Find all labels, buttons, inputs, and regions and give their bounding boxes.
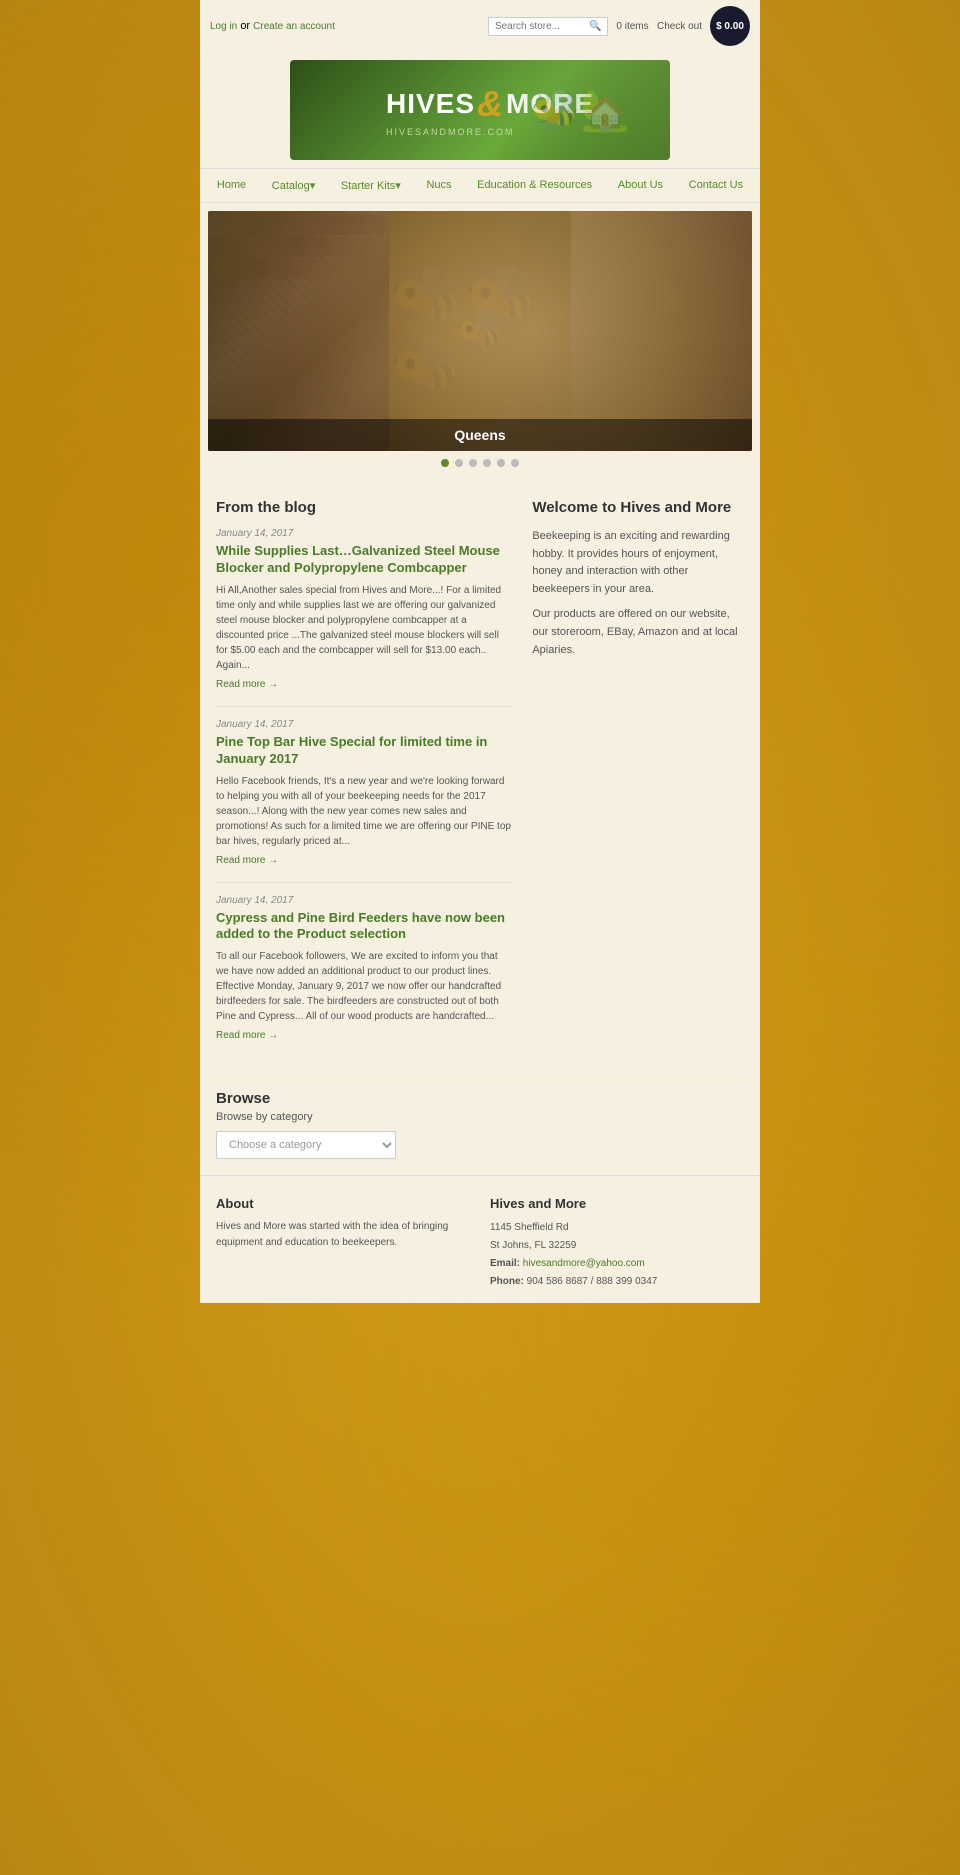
- post-1-date: January 14, 2017: [216, 528, 512, 539]
- slide-caption: Queens: [208, 419, 752, 451]
- search-icon[interactable]: 🔍: [589, 21, 601, 32]
- post-2-date: January 14, 2017: [216, 719, 512, 730]
- main-nav: Home Catalog▾ Starter Kits▾ Nucs Educati…: [200, 168, 760, 203]
- footer-about: About Hives and More was started with th…: [216, 1196, 470, 1291]
- checkout-link[interactable]: Check out: [657, 21, 702, 32]
- post-2-read-more[interactable]: Read more →: [216, 855, 512, 866]
- post-1-read-more[interactable]: Read more →: [216, 679, 512, 690]
- dot-6[interactable]: [511, 459, 519, 467]
- address-line-2: St Johns, FL 32259: [490, 1237, 744, 1255]
- footer-email-line: Email: hivesandmore@yahoo.com: [490, 1255, 744, 1273]
- nav-link-nucs[interactable]: Nucs: [422, 169, 455, 201]
- nav-link-catalog[interactable]: Catalog▾: [268, 169, 319, 202]
- header-banner: HIVES&MORE HIVESANDMORE.COM 🐝🏡: [290, 60, 670, 160]
- footer-address: 1145 Sheffield Rd St Johns, FL 32259 Ema…: [490, 1219, 744, 1291]
- dot-5[interactable]: [497, 459, 505, 467]
- slide-image-3: [571, 211, 752, 451]
- browse-subtitle: Browse by category: [216, 1111, 744, 1123]
- post-3-date: January 14, 2017: [216, 895, 512, 906]
- hero-slider: 🐝🐝🐝 Queens: [200, 203, 760, 483]
- cart-total-button[interactable]: $ 0.00: [710, 6, 750, 46]
- footer-about-title: About: [216, 1196, 470, 1211]
- dot-3[interactable]: [469, 459, 477, 467]
- footer-contact: Hives and More 1145 Sheffield Rd St John…: [490, 1196, 744, 1291]
- footer: About Hives and More was started with th…: [200, 1175, 760, 1303]
- nav-item-contact[interactable]: Contact Us: [685, 169, 747, 202]
- footer-about-text: Hives and More was started with the idea…: [216, 1219, 470, 1251]
- login-link[interactable]: Log in: [210, 21, 237, 32]
- post-3-excerpt: To all our Facebook followers, We are ex…: [216, 949, 512, 1024]
- nav-link-education[interactable]: Education & Resources: [473, 169, 596, 201]
- browse-title: Browse: [216, 1090, 744, 1107]
- footer-phone-line: Phone: 904 586 8687 / 888 399 0347: [490, 1273, 744, 1291]
- dot-4[interactable]: [483, 459, 491, 467]
- create-account-link[interactable]: Create an account: [253, 21, 335, 32]
- welcome-section: Welcome to Hives and More Beekeeping is …: [532, 499, 744, 1057]
- nav-item-catalog[interactable]: Catalog▾: [268, 169, 319, 202]
- nav-link-contact[interactable]: Contact Us: [685, 169, 747, 201]
- post-3-read-more[interactable]: Read more →: [216, 1030, 512, 1041]
- slider-container[interactable]: 🐝🐝🐝 Queens: [208, 211, 752, 451]
- cart-items: 0 items Check out: [616, 21, 702, 32]
- or-text: or: [240, 20, 253, 32]
- site-header: HIVES&MORE HIVESANDMORE.COM 🐝🏡: [200, 52, 760, 168]
- search-input[interactable]: [495, 21, 585, 32]
- blog-post-2: January 14, 2017 Pine Top Bar Hive Speci…: [216, 719, 512, 866]
- content-area: From the blog January 14, 2017 While Sup…: [200, 483, 760, 1073]
- top-bar-auth: Log in or Create an account: [210, 20, 335, 32]
- blog-post-3: January 14, 2017 Cypress and Pine Bird F…: [216, 895, 512, 1042]
- blog-title: From the blog: [216, 499, 512, 516]
- divider-2: [216, 882, 512, 883]
- nav-link-about[interactable]: About Us: [614, 169, 667, 201]
- footer-contact-title: Hives and More: [490, 1196, 744, 1211]
- address-line-1: 1145 Sheffield Rd: [490, 1219, 744, 1237]
- welcome-text-2: Our products are offered on our website,…: [532, 606, 744, 659]
- nav-item-home[interactable]: Home: [213, 169, 250, 202]
- post-3-title[interactable]: Cypress and Pine Bird Feeders have now b…: [216, 910, 512, 944]
- top-bar: Log in or Create an account 🔍 0 items Ch…: [200, 0, 760, 52]
- blog-section: From the blog January 14, 2017 While Sup…: [216, 499, 512, 1057]
- nav-item-nucs[interactable]: Nucs: [422, 169, 455, 202]
- slider-dots: [208, 451, 752, 475]
- nav-item-education[interactable]: Education & Resources: [473, 169, 596, 202]
- nav-link-starter-kits[interactable]: Starter Kits▾: [337, 169, 405, 202]
- nav-item-starter-kits[interactable]: Starter Kits▾: [337, 169, 405, 202]
- browse-section: Browse Browse by category Choose a categ…: [200, 1073, 760, 1175]
- post-1-title[interactable]: While Supplies Last…Galvanized Steel Mou…: [216, 543, 512, 577]
- dot-2[interactable]: [455, 459, 463, 467]
- post-1-excerpt: Hi All,Another sales special from Hives …: [216, 583, 512, 673]
- header-image: 🐝🏡: [490, 60, 670, 160]
- welcome-text-1: Beekeeping is an exciting and rewarding …: [532, 528, 744, 598]
- nav-item-about[interactable]: About Us: [614, 169, 667, 202]
- footer-email-link[interactable]: hivesandmore@yahoo.com: [523, 1258, 645, 1269]
- post-2-title[interactable]: Pine Top Bar Hive Special for limited ti…: [216, 734, 512, 768]
- category-select[interactable]: Choose a category: [216, 1131, 396, 1159]
- search-box: 🔍: [488, 17, 608, 36]
- blog-post-1: January 14, 2017 While Supplies Last…Gal…: [216, 528, 512, 690]
- footer-phone: 904 586 8687 / 888 399 0347: [527, 1276, 658, 1287]
- slider-images: 🐝🐝🐝: [208, 211, 752, 451]
- post-2-excerpt: Hello Facebook friends, It's a new year …: [216, 774, 512, 849]
- top-bar-right: 🔍 0 items Check out $ 0.00: [488, 6, 750, 46]
- dot-1[interactable]: [441, 459, 449, 467]
- divider-1: [216, 706, 512, 707]
- nav-link-home[interactable]: Home: [213, 169, 250, 201]
- welcome-title: Welcome to Hives and More: [532, 499, 744, 516]
